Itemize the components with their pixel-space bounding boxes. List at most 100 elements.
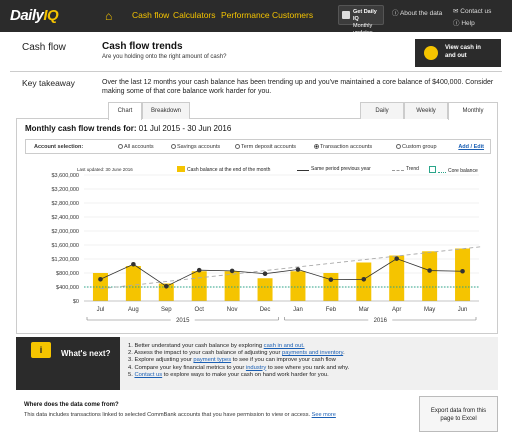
nav-calculators[interactable]: Calculators: [173, 10, 216, 20]
whats-next-link[interactable]: payments and inventory: [282, 350, 343, 356]
whats-next-link[interactable]: industry: [246, 365, 266, 371]
y-tick-label: $800,000: [56, 271, 79, 277]
nav-customers[interactable]: Customers: [272, 10, 313, 20]
x-tick-label: May: [424, 307, 435, 313]
page-header: Cash flow Cash flow trends Are you holdi…: [10, 32, 502, 72]
tab-monthly[interactable]: Monthly: [448, 102, 498, 120]
bar-nov[interactable]: [224, 271, 240, 301]
page-subtitle: Are you holding onto the right amount of…: [102, 54, 227, 60]
view-btn-line2: and out: [445, 53, 467, 59]
y-tick-label: $3,600,000: [51, 173, 79, 179]
x-tick-label: Oct: [195, 307, 205, 313]
previous-year-point-jul[interactable]: [98, 277, 103, 282]
x-tick-label: Sep: [161, 307, 172, 313]
whats-next-link[interactable]: Contact us: [134, 372, 162, 378]
bar-aug[interactable]: [125, 266, 141, 301]
tab-weekly[interactable]: Weekly: [404, 102, 448, 119]
bar-jan[interactable]: [290, 271, 306, 301]
previous-year-point-may[interactable]: [427, 268, 432, 273]
y-tick-label: $2,800,000: [51, 201, 79, 207]
y-tick-label: $400,000: [56, 285, 79, 291]
cash-flow-chart: $0 $400,000 $800,000 $1,200,000 $1,600,000 $2…: [51, 173, 482, 324]
previous-year-point-feb[interactable]: [328, 277, 334, 282]
tab-breakdown[interactable]: Breakdown: [142, 102, 190, 119]
y-tick-label: $1,600,000: [51, 243, 79, 249]
year-label: 2015: [176, 318, 190, 324]
bar-mar[interactable]: [356, 262, 372, 302]
nav-cash-flow[interactable]: Cash flow: [132, 10, 169, 20]
previous-year-point-jun[interactable]: [460, 268, 465, 274]
whats-next-link[interactable]: payment types: [193, 357, 231, 363]
previous-year-point-mar[interactable]: [361, 277, 367, 282]
x-tick-label: Dec: [260, 307, 271, 313]
top-navigation-bar: DailyIQ ⌂ Cash flow Calculators Performa…: [0, 0, 512, 36]
tab-chart[interactable]: Chart: [108, 102, 142, 120]
x-tick-label: Mar: [359, 307, 369, 313]
see-more-link[interactable]: See more: [312, 412, 336, 418]
cash-icon: [424, 46, 438, 60]
home-icon[interactable]: ⌂: [105, 9, 112, 23]
bar-oct[interactable]: [191, 271, 207, 301]
year-label: 2016: [374, 318, 388, 324]
previous-year-point-sep[interactable]: [163, 284, 169, 289]
previous-year-point-dec[interactable]: [262, 271, 268, 276]
export-line2: page to Excel: [440, 416, 477, 422]
whats-next-box: i What's next?: [16, 337, 120, 390]
previous-year-point-oct[interactable]: [196, 267, 202, 273]
y-tick-label: $3,200,000: [51, 187, 79, 193]
info-icon: ⓘ: [392, 10, 400, 17]
previous-year-point-aug[interactable]: [131, 261, 136, 267]
bar-jun[interactable]: [455, 248, 471, 302]
whats-next-link[interactable]: cash in and out.: [264, 343, 305, 349]
nav-performance[interactable]: Performance: [221, 10, 270, 20]
info-screen-icon: i: [31, 342, 51, 358]
key-takeaway-text: Over the last 12 months your cash balanc…: [102, 79, 494, 95]
about-data-link[interactable]: ⓘ About the data: [392, 7, 442, 17]
y-tick-label: $2,000,000: [51, 229, 79, 235]
view-cash-in-out-button[interactable]: View cash in and out: [415, 39, 501, 67]
x-tick-label: Jul: [97, 307, 105, 313]
whats-next-section: i What's next? 1. Better understand your…: [16, 337, 498, 390]
whats-next-title: What's next?: [61, 349, 111, 358]
view-btn-line1: View cash in: [445, 45, 481, 51]
x-tick-label: Apr: [392, 307, 401, 313]
data-source-title: Where does the data come from?: [24, 402, 119, 408]
x-tick-label: Jun: [458, 307, 468, 313]
x-tick-label: Nov: [227, 307, 238, 313]
key-takeaway: Key takeaway Over the last 12 months you…: [10, 72, 502, 102]
x-tick-label: Aug: [128, 307, 139, 313]
whats-next-item: 5. Contact us to explore ways to make yo…: [128, 371, 329, 378]
tab-daily[interactable]: Daily: [360, 102, 404, 119]
export-excel-button[interactable]: Export data from this page to Excel: [419, 396, 498, 432]
bar-dec[interactable]: [257, 278, 273, 301]
previous-year-point-nov[interactable]: [229, 268, 235, 274]
daily-iq-logo[interactable]: DailyIQ: [10, 7, 80, 25]
whats-next-list: 1. Better understand your cash balance b…: [128, 343, 349, 379]
y-tick-label: $1,200,000: [51, 257, 79, 263]
bar-may[interactable]: [422, 251, 438, 301]
x-tick-label: Jan: [293, 307, 303, 313]
page-title: Cash flow trends: [102, 41, 183, 52]
get-daily-label: Get Daily IQ: [353, 9, 377, 22]
get-daily-iq-button[interactable]: Get Daily IQ Monthly updates: [338, 5, 384, 36]
help-link[interactable]: ⓘ Help: [453, 17, 475, 27]
section-label: Cash flow: [22, 42, 66, 53]
key-takeaway-label: Key takeaway: [22, 78, 75, 88]
whats-next-item: 4. Compare your key financial metrics to…: [128, 364, 350, 371]
previous-year-point-jan[interactable]: [295, 267, 301, 272]
contact-link[interactable]: ✉ Contact us: [453, 7, 491, 15]
whats-next-item: 2. Assess the impact to your cash balanc…: [128, 350, 345, 357]
chart-panel: Monthly cash flow trends for: 01 Jul 201…: [16, 119, 498, 334]
data-source-text: This data includes transactions linked t…: [24, 412, 336, 418]
previous-year-line: [100, 258, 463, 287]
phone-icon: [342, 11, 350, 19]
data-source-footer: Where does the data come from? This data…: [16, 395, 498, 443]
x-tick-label: Feb: [326, 307, 337, 313]
whats-next-item: 3. Explore adjusting your payment types …: [128, 357, 336, 364]
view-tabs: Chart Breakdown Daily Weekly Monthly: [16, 102, 498, 120]
export-line1: Export data from this: [430, 408, 487, 414]
y-tick-label: $2,400,000: [51, 215, 79, 221]
previous-year-point-apr[interactable]: [394, 256, 400, 261]
whats-next-item: 1. Better understand your cash balance b…: [128, 343, 305, 349]
y-tick-label: $0: [73, 299, 79, 305]
